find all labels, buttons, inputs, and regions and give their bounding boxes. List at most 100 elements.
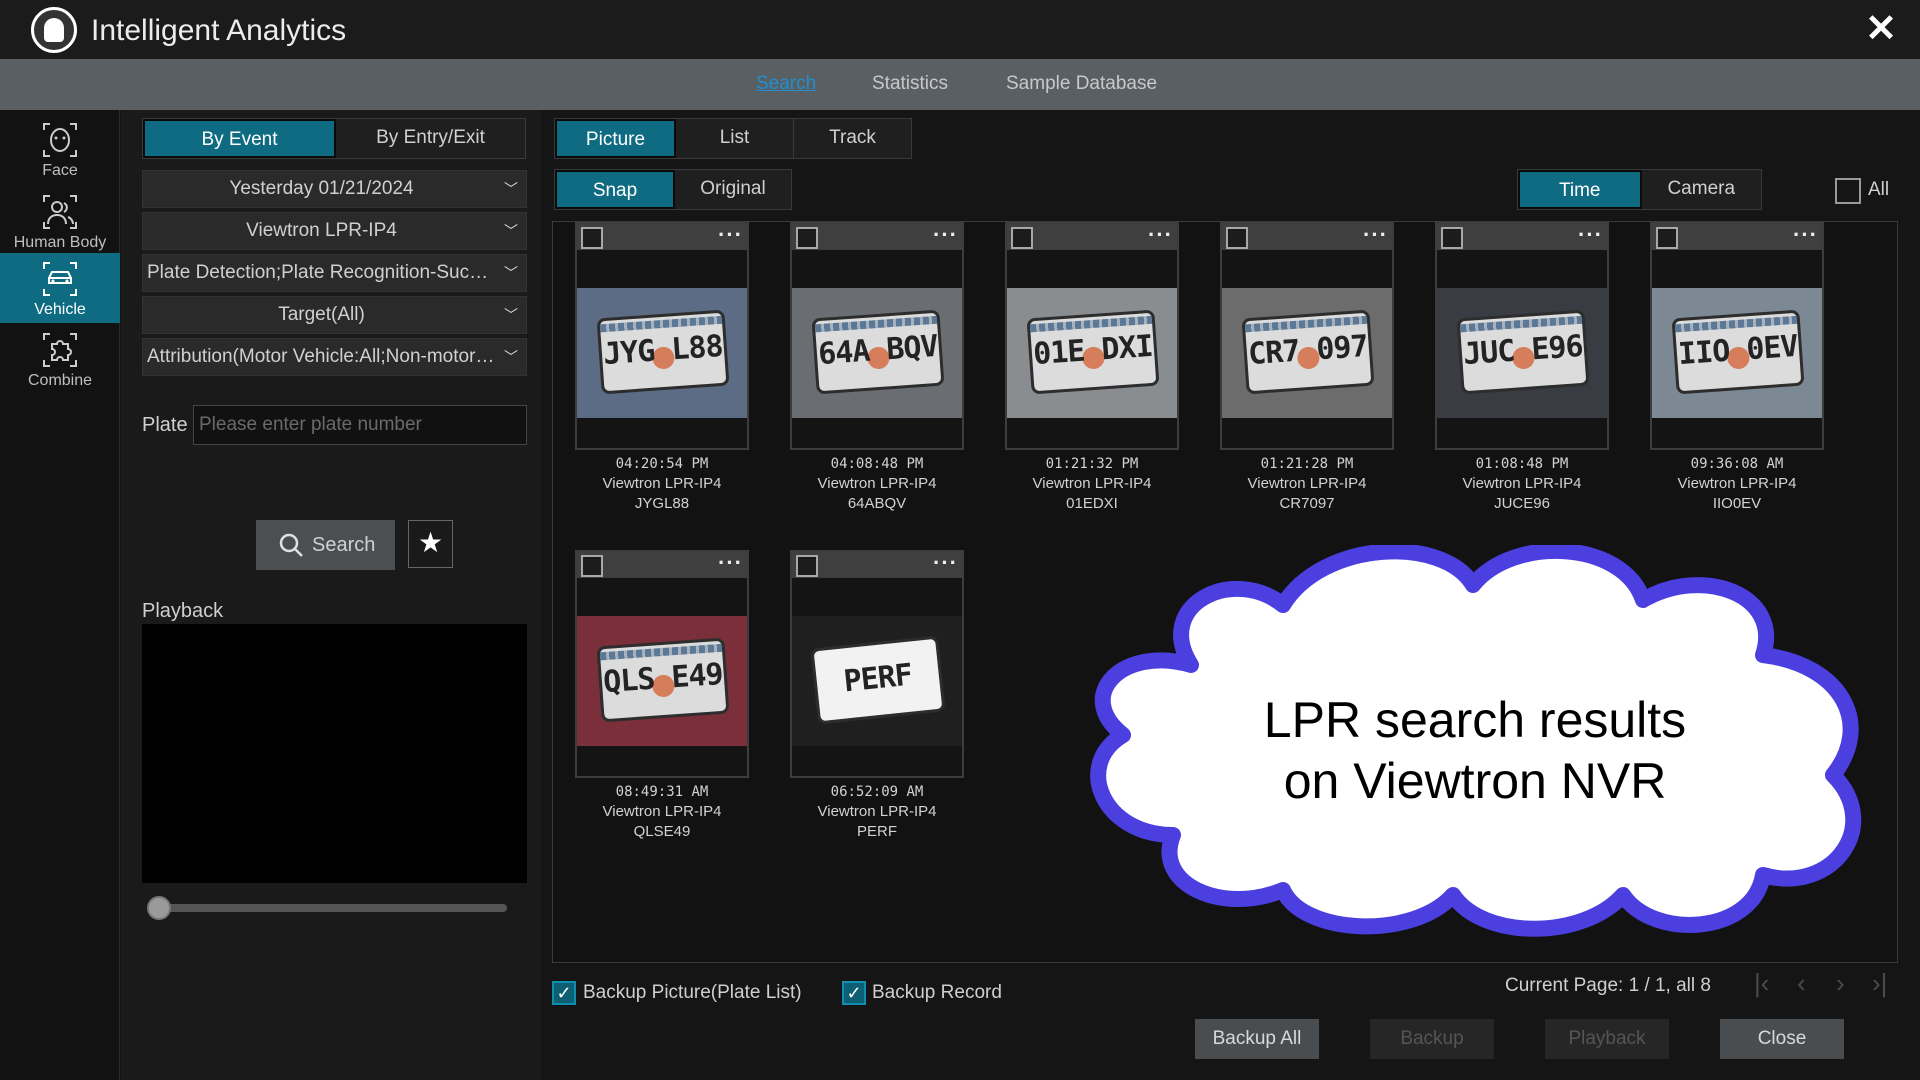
result-camera: Viewtron LPR-IP4 — [1462, 475, 1582, 492]
search-icon — [279, 533, 303, 557]
more-options-icon[interactable]: ··· — [1148, 222, 1173, 248]
license-plate-image: JUC E96 — [1456, 309, 1590, 395]
result-time: 01:08:48 PM — [1475, 456, 1569, 472]
camera-select[interactable]: Viewtron LPR-IP4 ﹀ — [142, 212, 527, 250]
result-meta: 06:52:09 AM Viewtron LPR-IP4 PERF — [790, 782, 964, 842]
tab-track[interactable]: Track — [794, 119, 911, 158]
result-checkbox[interactable] — [1226, 227, 1248, 249]
result-thumbnail[interactable]: ··· 64A BQV — [790, 222, 964, 450]
result-plate: QLSE49 — [633, 823, 691, 840]
nav-item-human-body[interactable]: Human Body — [0, 186, 120, 256]
result-thumbnail[interactable]: ··· IIO 0EV — [1650, 222, 1824, 450]
result-plate: JUCE96 — [1494, 495, 1550, 512]
plate-label: Plate — [142, 414, 188, 436]
more-options-icon[interactable]: ··· — [1363, 222, 1388, 248]
result-plate: IIO0EV — [1712, 495, 1762, 512]
tab-by-entry-exit[interactable]: By Entry/Exit — [336, 119, 525, 158]
plate-snapshot-text: PERF — [842, 657, 914, 700]
callout-line-2: on Viewtron NVR — [1283, 753, 1667, 809]
plate-snapshot: IIO 0EV — [1652, 288, 1822, 418]
plate-snapshot-text: JUC E96 — [1462, 328, 1584, 373]
event-select[interactable]: Plate Detection;Plate Recognition-Succes… — [142, 254, 527, 292]
backup-record-label: Backup Record — [872, 982, 1002, 1003]
result-thumbnail[interactable]: ··· QLS E49 — [575, 550, 749, 778]
nav-label-combine: Combine — [27, 372, 93, 389]
nav-label-face: Face — [42, 162, 78, 179]
thumbnail-header: ··· — [577, 222, 747, 250]
callout-text: LPR search results on Viewtron NVR — [1170, 690, 1780, 812]
chevron-down-icon: ﹀ — [504, 181, 518, 197]
last-page-icon[interactable]: ›| — [1872, 968, 1887, 999]
close-icon[interactable]: ✕ — [1862, 10, 1900, 48]
face-icon — [43, 123, 77, 157]
tab-list[interactable]: List — [676, 119, 794, 158]
result-checkbox[interactable] — [1656, 227, 1678, 249]
result-checkbox[interactable] — [581, 555, 603, 577]
result-plate: JYGL88 — [634, 495, 690, 512]
select-all-checkbox[interactable] — [1835, 178, 1861, 204]
chevron-down-icon: ﹀ — [504, 349, 518, 365]
human-body-icon — [43, 195, 77, 229]
tab-sort-camera[interactable]: Camera — [1642, 170, 1762, 209]
backup-button[interactable]: Backup — [1370, 1019, 1494, 1059]
close-button[interactable]: Close — [1720, 1019, 1844, 1059]
tab-sort-time[interactable]: Time — [1518, 170, 1642, 209]
result-thumbnail[interactable]: ··· JUC E96 — [1435, 222, 1609, 450]
nav-item-vehicle[interactable]: Vehicle — [0, 253, 120, 323]
result-time: 06:52:09 AM — [830, 784, 924, 800]
playback-button[interactable]: Playback — [1545, 1019, 1669, 1059]
playback-progress-handle[interactable] — [147, 896, 171, 920]
result-checkbox[interactable] — [796, 555, 818, 577]
date-select[interactable]: Yesterday 01/21/2024 ﹀ — [142, 170, 527, 208]
more-options-icon[interactable]: ··· — [1793, 222, 1818, 248]
star-icon[interactable]: ★ — [408, 520, 453, 568]
tab-search[interactable]: Search — [756, 73, 816, 95]
camera-value: Viewtron LPR-IP4 — [246, 220, 397, 241]
first-page-icon[interactable]: |‹ — [1754, 968, 1769, 999]
result-checkbox[interactable] — [796, 227, 818, 249]
pagination-info: Current Page: 1 / 1, all 8 — [1505, 975, 1711, 996]
result-time: 04:20:54 PM — [615, 456, 709, 472]
playback-progress-track[interactable] — [158, 904, 507, 912]
attribution-select[interactable]: Attribution(Motor Vehicle:All;Non-motor … — [142, 338, 527, 376]
search-button[interactable]: Search — [256, 520, 395, 570]
target-select[interactable]: Target(All) ﹀ — [142, 296, 527, 334]
result-checkbox[interactable] — [581, 227, 603, 249]
more-options-icon[interactable]: ··· — [933, 550, 958, 576]
tab-original[interactable]: Original — [675, 170, 791, 209]
tab-snap[interactable]: Snap — [555, 170, 675, 209]
result-camera: Viewtron LPR-IP4 — [817, 475, 937, 492]
backup-all-button[interactable]: Backup All — [1195, 1019, 1319, 1059]
nav-item-combine[interactable]: Combine — [0, 324, 120, 394]
license-plate-image: 01E DXI — [1026, 309, 1160, 395]
result-thumbnail[interactable]: ··· PERF — [790, 550, 964, 778]
result-plate: PERF — [856, 823, 897, 840]
more-options-icon[interactable]: ··· — [1578, 222, 1603, 248]
plate-snapshot: 01E DXI — [1007, 288, 1177, 418]
result-checkbox[interactable] — [1011, 227, 1033, 249]
result-thumbnail[interactable]: ··· JYG L88 — [575, 222, 749, 450]
result-thumbnail[interactable]: ··· 01E DXI — [1005, 222, 1179, 450]
tab-by-event[interactable]: By Event — [143, 119, 336, 158]
backup-picture-checkbox[interactable]: ✓ — [552, 981, 576, 1005]
more-options-icon[interactable]: ··· — [718, 222, 743, 248]
next-page-icon[interactable]: › — [1836, 968, 1845, 999]
license-plate-image: IIO 0EV — [1671, 309, 1805, 395]
tab-sample-database[interactable]: Sample Database — [1006, 73, 1157, 95]
result-camera: Viewtron LPR-IP4 — [1032, 475, 1152, 492]
result-plate: 01EDXI — [1066, 495, 1118, 512]
result-checkbox[interactable] — [1441, 227, 1463, 249]
nav-item-face[interactable]: Face — [0, 114, 120, 184]
result-thumbnail[interactable]: ··· CR7 097 — [1220, 222, 1394, 450]
plate-input[interactable] — [193, 405, 527, 445]
select-all-label: All — [1868, 179, 1890, 200]
license-plate-image: PERF — [810, 635, 946, 725]
prev-page-icon[interactable]: ‹ — [1797, 968, 1806, 999]
result-meta: 09:36:08 AM Viewtron LPR-IP4 IIO0EV — [1650, 454, 1824, 514]
backup-record-checkbox[interactable]: ✓ — [842, 981, 866, 1005]
tab-statistics[interactable]: Statistics — [872, 73, 948, 95]
more-options-icon[interactable]: ··· — [933, 222, 958, 248]
tab-picture[interactable]: Picture — [555, 119, 676, 158]
thumbnail-header: ··· — [792, 222, 962, 250]
more-options-icon[interactable]: ··· — [718, 550, 743, 576]
